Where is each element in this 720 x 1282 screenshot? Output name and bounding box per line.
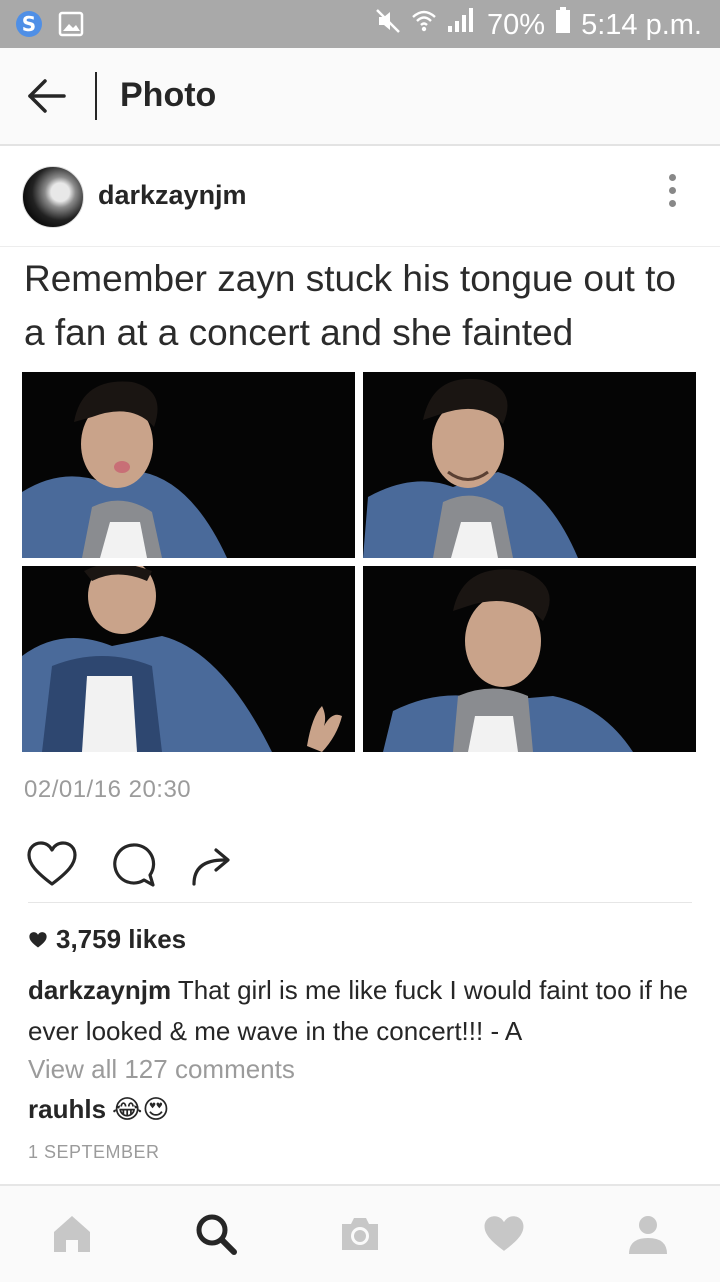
home-icon bbox=[54, 1216, 90, 1252]
post-photo[interactable]: Remember zayn stuck his tongue out to a … bbox=[0, 248, 720, 820]
share-icon bbox=[192, 848, 230, 886]
gallery-icon bbox=[58, 11, 84, 42]
likes-count[interactable]: 3,759 likes bbox=[28, 924, 186, 955]
back-button[interactable] bbox=[26, 76, 68, 116]
battery-text: 70% bbox=[487, 8, 546, 41]
like-button[interactable] bbox=[26, 840, 78, 890]
share-button[interactable] bbox=[188, 840, 240, 890]
divider bbox=[28, 902, 692, 903]
photo-panel-3 bbox=[22, 566, 355, 752]
likes-text: 3,759 likes bbox=[56, 924, 187, 954]
nav-camera[interactable] bbox=[338, 1212, 382, 1256]
avatar[interactable] bbox=[22, 166, 84, 228]
app-bar: Photo bbox=[0, 48, 720, 146]
photo-panel-2 bbox=[363, 372, 696, 558]
nav-profile[interactable] bbox=[626, 1212, 670, 1256]
comment-button[interactable] bbox=[108, 840, 160, 890]
post-actions bbox=[0, 830, 720, 902]
nav-search[interactable] bbox=[194, 1212, 238, 1256]
heart-icon bbox=[484, 1216, 524, 1251]
nav-activity[interactable] bbox=[482, 1212, 526, 1256]
view-all-comments-link[interactable]: View all 127 comments bbox=[28, 1054, 295, 1085]
dot bbox=[668, 200, 676, 207]
photo-timestamp: 02/01/16 20:30 bbox=[24, 776, 192, 803]
page-title: Photo bbox=[120, 76, 217, 114]
photo-caption-text: Remember zayn stuck his tongue out to a … bbox=[24, 258, 676, 353]
signal-icon bbox=[447, 6, 477, 43]
skype-icon: S bbox=[14, 9, 44, 44]
svg-text:S: S bbox=[22, 12, 36, 36]
post-date: 1 SEPTEMBER bbox=[28, 1142, 160, 1162]
bottom-nav bbox=[0, 1184, 720, 1282]
photo-panel-1 bbox=[22, 372, 355, 558]
small-heart-icon bbox=[29, 931, 47, 947]
more-options-button[interactable] bbox=[662, 170, 682, 222]
app-bar-divider bbox=[95, 72, 97, 120]
nav-home[interactable] bbox=[50, 1212, 94, 1256]
heart-icon bbox=[27, 841, 77, 886]
battery-icon bbox=[555, 6, 571, 43]
comment-username[interactable]: rauhls bbox=[28, 1094, 106, 1125]
status-bar: S 70% 5:14 p.m. bbox=[0, 0, 720, 48]
mute-icon bbox=[375, 7, 401, 43]
comment-item: rauhls 😂😍 bbox=[28, 1094, 170, 1125]
photo-panel-4 bbox=[363, 566, 696, 752]
clock: 5:14 p.m. bbox=[581, 8, 702, 41]
post-header: darkzaynjm bbox=[0, 146, 720, 247]
dot bbox=[668, 187, 676, 194]
comment-icon bbox=[113, 843, 156, 887]
post-caption: darkzaynjm That girl is me like fuck I w… bbox=[28, 970, 693, 1052]
wifi-icon bbox=[411, 7, 437, 43]
profile-icon bbox=[629, 1216, 667, 1254]
dot bbox=[668, 174, 676, 181]
search-icon bbox=[196, 1214, 237, 1255]
caption-username[interactable]: darkzaynjm bbox=[28, 975, 171, 1005]
camera-icon bbox=[342, 1218, 378, 1250]
post-username[interactable]: darkzaynjm bbox=[98, 180, 247, 211]
back-arrow-icon bbox=[28, 79, 66, 113]
comment-text: 😂😍 bbox=[112, 1094, 170, 1125]
